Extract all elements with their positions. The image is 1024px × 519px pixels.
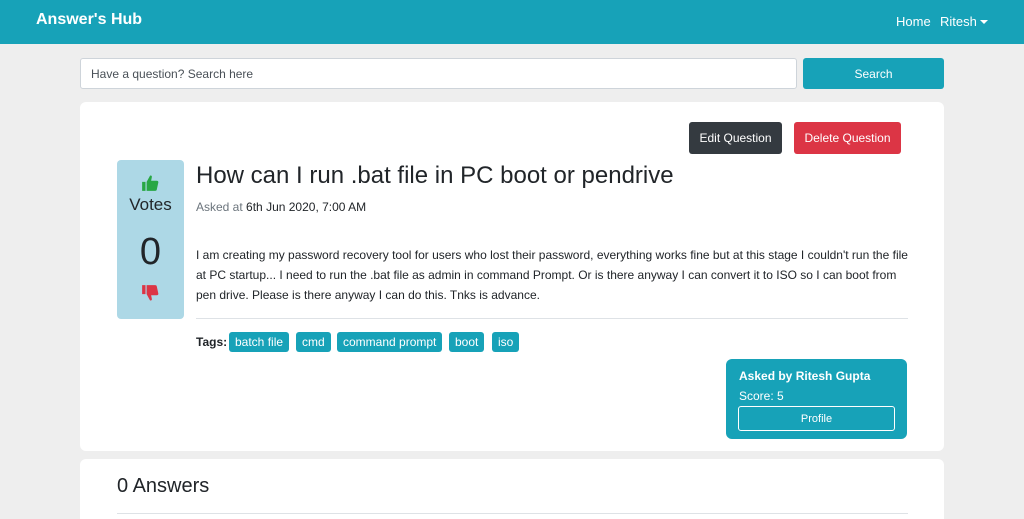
search-input[interactable] xyxy=(80,58,797,89)
user-menu-dropdown[interactable]: Ritesh xyxy=(940,14,988,29)
navbar: Answer's Hub Home Ritesh xyxy=(0,0,1024,44)
thumbs-up-icon[interactable] xyxy=(141,174,159,192)
votes-count: 0 xyxy=(139,231,162,273)
edit-question-button[interactable]: Edit Question xyxy=(689,122,782,154)
tag-command-prompt[interactable]: command prompt xyxy=(337,332,443,352)
caret-down-icon xyxy=(979,20,988,24)
divider xyxy=(117,513,908,514)
question-body: I am creating my password recovery tool … xyxy=(196,248,908,302)
author-score: Score: 5 xyxy=(739,389,784,403)
answers-card: 0 Answers xyxy=(80,459,944,519)
tag-cmd[interactable]: cmd xyxy=(296,332,331,352)
thumbs-down-icon[interactable] xyxy=(141,284,159,302)
votes-panel: Votes 0 xyxy=(117,160,184,319)
tags-label: Tags: xyxy=(196,335,228,349)
tag-iso[interactable]: iso xyxy=(492,332,520,352)
author-card: Asked by Ritesh Gupta Score: 5 Profile xyxy=(726,359,907,439)
nav-home-link[interactable]: Home xyxy=(896,14,931,29)
profile-button[interactable]: Profile xyxy=(738,406,895,431)
user-menu-label: Ritesh xyxy=(940,14,977,29)
tag-batch-file[interactable]: batch file xyxy=(229,332,290,352)
asked-at-label: Asked at xyxy=(196,200,243,214)
asked-at-date: 6th Jun 2020, 7:00 AM xyxy=(246,200,367,214)
asked-at: Asked at 6th Jun 2020, 7:00 AM xyxy=(196,200,366,214)
answers-count-title: 0 Answers xyxy=(117,475,210,497)
divider xyxy=(196,318,908,319)
question-card: Edit Question Delete Question Votes 0 Ho… xyxy=(80,102,944,451)
question-title: How can I run .bat file in PC boot or pe… xyxy=(196,162,674,189)
author-name: Asked by Ritesh Gupta xyxy=(739,369,871,383)
brand-logo-text[interactable]: Answer's Hub xyxy=(36,11,142,29)
tag-boot[interactable]: boot xyxy=(449,332,485,352)
votes-label: Votes xyxy=(129,195,172,214)
search-button[interactable]: Search xyxy=(803,58,944,89)
delete-question-button[interactable]: Delete Question xyxy=(794,122,901,154)
